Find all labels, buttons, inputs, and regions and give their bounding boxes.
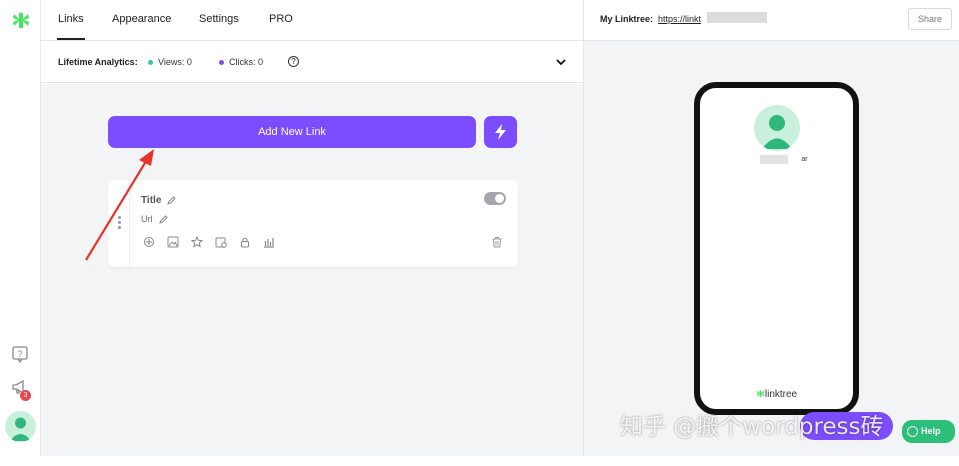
lock-icon[interactable] bbox=[239, 236, 251, 248]
drag-handle[interactable] bbox=[108, 180, 130, 267]
edit-url-pencil-icon[interactable] bbox=[159, 215, 168, 224]
analytics-bar[interactable]: Lifetime Analytics: Views: 0 Clicks: 0 ? bbox=[41, 41, 583, 83]
views-dot bbox=[148, 60, 153, 65]
linktree-footer: linktree bbox=[700, 389, 853, 400]
thumbnail-icon[interactable] bbox=[167, 236, 179, 248]
tab-settings[interactable]: Settings bbox=[199, 13, 239, 25]
user-avatar[interactable] bbox=[5, 411, 36, 442]
notification-badge: 3 bbox=[20, 390, 31, 401]
star-icon[interactable] bbox=[191, 236, 203, 248]
redirect-icon[interactable] bbox=[143, 236, 155, 248]
lightning-icon bbox=[495, 124, 506, 140]
link-title[interactable]: Title bbox=[141, 195, 161, 206]
top-nav: Links Appearance Settings PRO bbox=[41, 0, 583, 41]
linktree-logo-icon[interactable] bbox=[11, 10, 31, 30]
schedule-icon[interactable] bbox=[215, 236, 227, 248]
analytics-icon[interactable] bbox=[263, 236, 275, 248]
clicks-dot bbox=[219, 60, 224, 65]
help-icon[interactable]: ? bbox=[11, 345, 29, 363]
analytics-help-icon[interactable]: ? bbox=[288, 56, 299, 67]
user-icon bbox=[762, 115, 792, 149]
views-count: Views: 0 bbox=[158, 57, 192, 67]
footer-brand-text: linktree bbox=[764, 389, 798, 400]
my-linktree-label: My Linktree: bbox=[600, 14, 654, 24]
left-rail: ? 3 bbox=[0, 0, 41, 456]
delete-trash-icon[interactable] bbox=[491, 236, 503, 248]
question-icon bbox=[907, 426, 918, 437]
add-new-link-button[interactable]: Add New Link bbox=[108, 116, 476, 148]
link-card: Title Url bbox=[108, 180, 518, 267]
profile-avatar bbox=[754, 105, 800, 151]
tab-links[interactable]: Links bbox=[57, 13, 85, 40]
svg-text:?: ? bbox=[17, 349, 22, 359]
preview-panel: ar linktree bbox=[583, 41, 959, 456]
share-button[interactable]: Share bbox=[908, 8, 952, 30]
phone-preview: ar linktree bbox=[694, 82, 859, 415]
edit-title-pencil-icon[interactable] bbox=[167, 196, 176, 205]
linktree-logo-icon bbox=[756, 390, 764, 398]
quick-add-button[interactable] bbox=[484, 116, 517, 148]
watermark: 知乎 @搬个wordpress砖 bbox=[620, 414, 884, 440]
links-editor: Add New Link Title Url bbox=[41, 84, 583, 456]
profile-name: ar bbox=[801, 156, 808, 163]
tab-appearance[interactable]: Appearance bbox=[112, 13, 171, 25]
link-enabled-toggle[interactable] bbox=[484, 192, 506, 205]
analytics-label: Lifetime Analytics: bbox=[58, 57, 138, 67]
url-redacted-blur bbox=[707, 12, 767, 23]
linktree-admin: ? 3 Links Appearance Settings PRO Lifeti… bbox=[0, 0, 959, 466]
tab-pro[interactable]: PRO bbox=[269, 13, 293, 25]
help-label: Help bbox=[921, 426, 941, 436]
help-button[interactable]: Help bbox=[902, 420, 955, 443]
clicks-count: Clicks: 0 bbox=[229, 57, 264, 67]
link-url[interactable]: Url bbox=[141, 214, 153, 224]
preview-header: My Linktree: https://linkt Share bbox=[583, 0, 959, 41]
chevron-down-icon[interactable] bbox=[554, 55, 568, 69]
my-linktree-url[interactable]: https://linkt bbox=[658, 14, 701, 24]
user-icon bbox=[10, 417, 31, 441]
